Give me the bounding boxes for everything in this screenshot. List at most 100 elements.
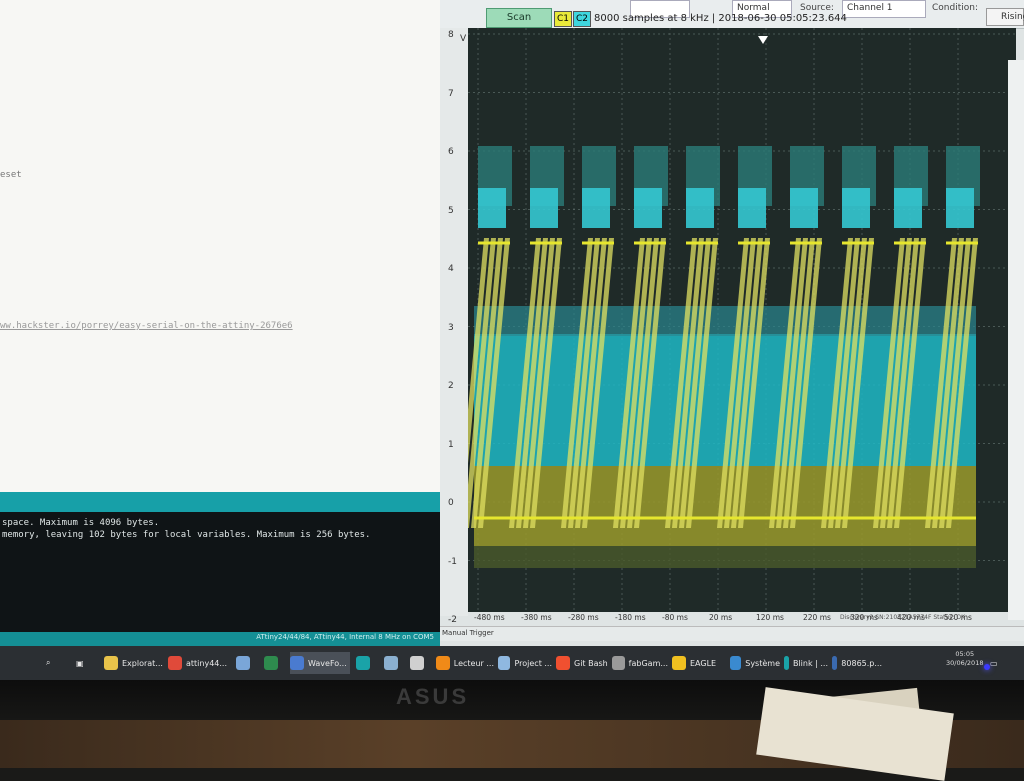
board-status-text: ATtiny24/44/84, ATtiny44, Internal 8 MHz…	[256, 633, 434, 641]
network-icon	[384, 656, 398, 670]
x-tick-label: -480 ms	[474, 613, 505, 622]
y-tick-label: 1	[448, 439, 454, 450]
console-line: space. Maximum is 4096 bytes.	[2, 518, 160, 528]
system-icon	[730, 656, 742, 670]
taskbar-item[interactable]: WaveFo...	[290, 652, 350, 674]
taskbar-item-label: Système	[745, 658, 780, 668]
power-led	[984, 664, 990, 670]
source-select[interactable]: Channel 1	[842, 0, 926, 18]
taskbar-item[interactable]: Git Bash	[556, 652, 608, 674]
y-tick-label: 3	[448, 322, 454, 333]
scope-toolbar: Normal Source: Channel 1 Condition: Scan…	[440, 0, 1024, 29]
side-panel	[1008, 60, 1024, 620]
channel2-burst	[894, 188, 922, 228]
channel1-noise	[474, 546, 976, 568]
rising-edge-button[interactable]: Rising	[986, 8, 1024, 26]
arduino-ide-window: eset ww.hackster.io/porrey/easy-serial-o…	[0, 0, 440, 660]
folder-icon	[104, 656, 118, 670]
taskbar-item[interactable]: Explorat...	[104, 652, 164, 674]
clock[interactable]: 05:05 30/06/2018	[946, 650, 983, 668]
taskbar-item[interactable]: attiny44...	[168, 652, 230, 674]
y-unit-label: V	[460, 34, 467, 44]
taskbar-item[interactable]: Lecteur ...	[436, 652, 494, 674]
ide-status-bar: ATtiny24/44/84, ATtiny44, Internal 8 MHz…	[0, 632, 440, 646]
taskbar-item[interactable]: Blink | ...	[784, 652, 828, 674]
notepad-icon	[410, 656, 424, 670]
globe-icon	[498, 656, 511, 670]
taskbar-item-label: Git Bash	[574, 658, 608, 668]
y-tick-label: 4	[448, 264, 454, 274]
app-icon	[236, 656, 250, 670]
y-tick-label: 7	[448, 88, 454, 99]
taskbar-item[interactable]	[410, 652, 434, 674]
taskbar-item[interactable]: 80865.p...	[832, 652, 882, 674]
taskbar-item[interactable]: Système	[730, 652, 780, 674]
console-header-bar	[0, 492, 440, 512]
taskbar-item-label: WaveFo...	[308, 658, 347, 668]
x-tick-label: -80 ms	[662, 613, 688, 622]
y-tick-label: 8	[448, 30, 454, 40]
arduino-icon	[356, 656, 370, 670]
scan-button[interactable]: Scan	[486, 8, 552, 28]
taskbar-item-label: Lecteur ...	[453, 658, 494, 668]
scope-footer: Manual Trigger	[440, 626, 1024, 641]
x-tick-label: 220 ms	[803, 613, 831, 622]
y-axis: V 8 7 6 5 4 3 2 1 0 -1 -2	[440, 28, 468, 625]
x-tick-label: -180 ms	[615, 613, 646, 622]
taskbar-item-label: Blink | ...	[792, 658, 828, 668]
vlc-icon	[436, 656, 450, 670]
x-tick-label: 120 ms	[756, 613, 784, 622]
taskbar-item[interactable]: Project ...	[498, 652, 552, 674]
channel2-burst	[634, 188, 662, 228]
device-status: Discovery2 SN:210321A5774F Status: OK	[840, 614, 966, 621]
notification-icon[interactable]: ▭	[990, 652, 1006, 674]
y-tick-label: -1	[448, 556, 457, 567]
y-tick-label: 2	[448, 381, 454, 391]
source-label: Source:	[800, 3, 834, 13]
channel1-badge[interactable]: C1	[554, 11, 572, 27]
scope-plot[interactable]	[468, 28, 1016, 612]
output-console: space. Maximum is 4096 bytes. memory, le…	[0, 512, 440, 632]
taskbar-item[interactable]	[236, 652, 260, 674]
taskbar-item-label: Explorat...	[122, 658, 163, 668]
channel2-burst	[478, 188, 506, 228]
code-editor[interactable]: eset ww.hackster.io/porrey/easy-serial-o…	[0, 0, 440, 492]
taskbar-item-label: EAGLE	[690, 658, 717, 668]
taskbar-item-label: 80865.p...	[841, 658, 882, 668]
taskbar-item-label: fabGam...	[628, 658, 668, 668]
git-icon	[556, 656, 570, 670]
channel2-burst	[738, 188, 766, 228]
channel2-burst	[946, 188, 974, 228]
monitor-screen: eset ww.hackster.io/porrey/easy-serial-o…	[0, 0, 1024, 680]
manual-trigger-button[interactable]: Manual Trigger	[442, 629, 494, 637]
taskbar-item[interactable]	[384, 652, 408, 674]
windows-taskbar: ⌕ ▣ Explorat... attiny44... WaveFo... Lecteur…	[0, 646, 1024, 680]
y-tick-label: -2	[448, 615, 457, 625]
search-icon[interactable]: ⌕	[46, 652, 66, 674]
y-tick-label: 5	[448, 205, 454, 216]
monitor-brand-logo: ASUS	[396, 684, 470, 709]
pdf-icon	[832, 656, 838, 670]
arduino-icon	[784, 656, 789, 670]
code-text: eset	[0, 170, 22, 180]
x-tick-label: 20 ms	[709, 613, 733, 622]
channel2-burst	[582, 188, 610, 228]
channel2-badge[interactable]: C2	[573, 11, 591, 27]
taskbar-item[interactable]: EAGLE	[672, 652, 726, 674]
taskbar-item[interactable]	[356, 652, 380, 674]
code-link[interactable]: ww.hackster.io/porrey/easy-serial-on-the…	[0, 321, 293, 331]
console-line: memory, leaving 102 bytes for local vari…	[2, 530, 371, 540]
channel2-burst	[686, 188, 714, 228]
chrome-icon	[168, 656, 182, 670]
taskbar-item-label: Project ...	[514, 658, 552, 668]
y-tick-label: 0	[448, 498, 454, 508]
task-view-icon[interactable]: ▣	[76, 652, 96, 674]
x-tick-label: -280 ms	[568, 613, 599, 622]
eagle-icon	[672, 656, 686, 670]
waveforms-window: Normal Source: Channel 1 Condition: Scan…	[440, 0, 1024, 650]
taskbar-item[interactable]: fabGam...	[612, 652, 668, 674]
waveforms-icon	[290, 656, 304, 670]
y-tick-label: 6	[448, 147, 454, 157]
excel-icon	[264, 656, 278, 670]
taskbar-item[interactable]	[264, 652, 288, 674]
